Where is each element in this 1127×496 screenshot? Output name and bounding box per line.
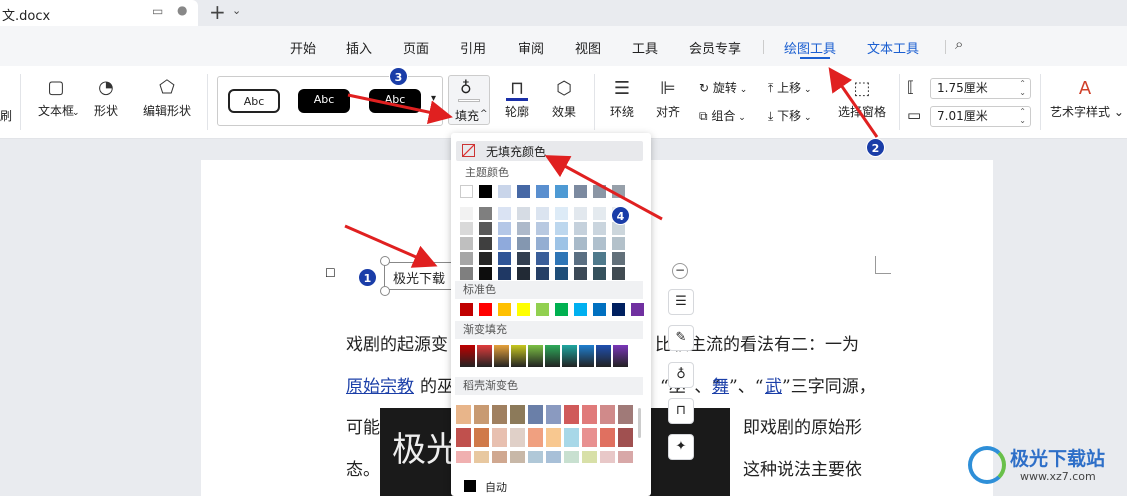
annotation-arrow [347,93,453,125]
annotation-arrow [544,155,663,221]
step-badge: 4 [611,206,630,225]
step-badge: 2 [866,138,885,157]
step-badge: 3 [389,67,408,86]
annotation-arrow [344,224,438,268]
step-badge: 1 [358,268,377,287]
watermark-title: 极光下载站 [1010,448,1106,470]
watermark-url: www.xz7.com [1020,470,1096,483]
watermark-logo [968,446,1006,484]
annotation-arrow [828,67,879,138]
watermark: 极光下载站 www.xz7.com [968,442,1123,492]
annotation-layer [344,67,879,268]
